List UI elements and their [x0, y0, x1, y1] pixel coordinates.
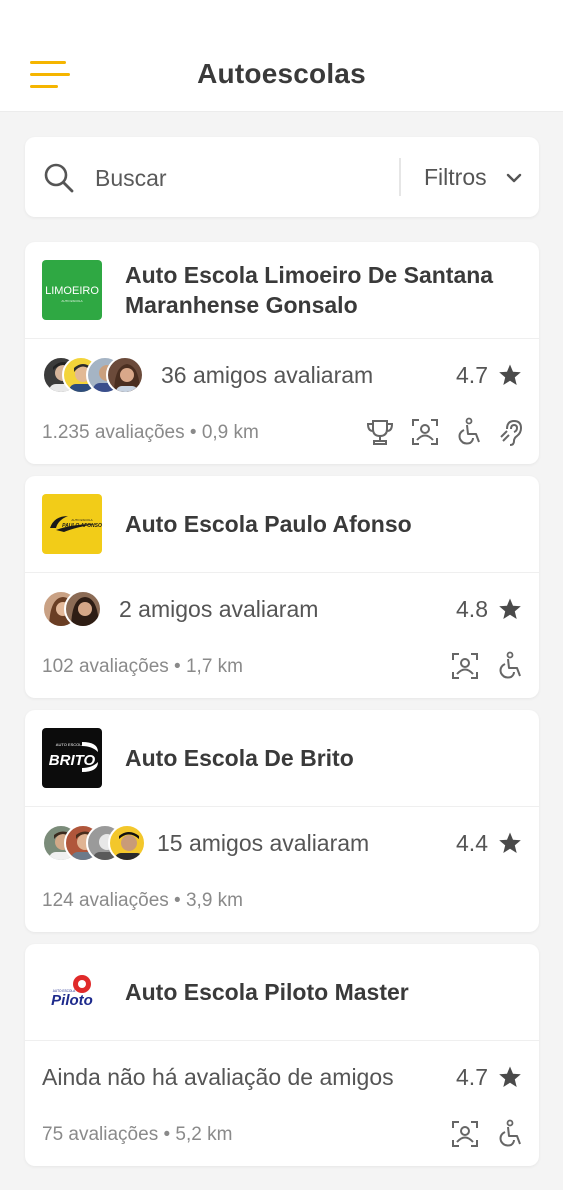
star-icon	[499, 832, 521, 853]
trophy-icon	[366, 420, 394, 445]
card-header: LIMOEIRO AUTO ESCOLA Auto Escola Limoeir…	[25, 242, 539, 338]
friends-row: Ainda não há avaliação de amigos 4.7	[25, 1041, 539, 1113]
school-name: Auto Escola De Brito	[125, 745, 354, 771]
star-icon	[499, 598, 521, 619]
logo-text: Piloto	[51, 992, 93, 1009]
chevron-down-icon	[506, 173, 522, 183]
avatar	[64, 590, 102, 628]
distance: 0,9 km	[201, 422, 259, 443]
face-scan-icon	[412, 419, 438, 445]
school-name: Auto Escola Piloto Master	[125, 979, 409, 1005]
page-title: Autoescolas	[197, 58, 366, 89]
school-logo: AUTO ESCOLA PAULO AFONSO	[42, 494, 102, 554]
wheelchair-icon	[458, 417, 480, 445]
school-logo: LIMOEIRO AUTO ESCOLA	[42, 260, 102, 320]
logo-subtext: AUTO ESCOLA	[56, 742, 85, 747]
card-header: AUTO ESCOLA BRITO Auto Escola De Brito	[25, 710, 539, 806]
review-count: 102 avaliações	[42, 656, 169, 677]
avatar	[106, 356, 144, 394]
rating-value: 4.7	[456, 362, 488, 388]
school-card[interactable]: AUTO ESCOLA Piloto Auto Escola Piloto Ma…	[25, 944, 539, 1166]
search-input[interactable]	[95, 160, 385, 196]
review-count: 1.235 avaliações	[42, 422, 185, 443]
distance: 3,9 km	[185, 890, 244, 911]
school-meta: 1.235 avaliações • 0,9 km	[42, 422, 259, 444]
logo-subtext: AUTO ESCOLA	[61, 299, 82, 303]
rating-value: 4.4	[456, 830, 488, 856]
no-friends-review-text: Ainda não há avaliação de amigos	[42, 1064, 394, 1090]
review-count: 124 avaliações	[42, 890, 169, 911]
wheelchair-icon	[499, 1119, 521, 1147]
search-icon[interactable]	[43, 162, 75, 194]
app-header: Autoescolas	[0, 0, 563, 112]
logo-text: PAULO AFONSO	[62, 523, 102, 529]
distance: 5,2 km	[175, 1124, 233, 1145]
rating-value: 4.8	[456, 596, 488, 622]
card-header: AUTO ESCOLA Piloto Auto Escola Piloto Ma…	[25, 944, 539, 1040]
school-card[interactable]: LIMOEIRO AUTO ESCOLA Auto Escola Limoeir…	[25, 242, 539, 464]
avatar	[108, 824, 146, 862]
friends-review-text: 15 amigos avaliaram	[157, 830, 370, 856]
school-meta: 75 avaliações • 5,2 km	[42, 1124, 232, 1146]
hearing-icon	[500, 419, 523, 446]
separator: •	[174, 890, 181, 911]
search-divider	[399, 158, 401, 196]
filters-label: Filtros	[424, 164, 487, 190]
friends-row: 36 amigos avaliaram 4.7	[25, 339, 539, 411]
school-card[interactable]: AUTO ESCOLA BRITO Auto Escola De Brito 1…	[25, 710, 539, 932]
rating-value: 4.7	[456, 1064, 488, 1090]
star-icon	[499, 364, 521, 385]
separator: •	[174, 656, 181, 677]
logo-subtext: AUTO ESCOLA	[71, 518, 92, 522]
school-card[interactable]: AUTO ESCOLA PAULO AFONSO Auto Escola Pau…	[25, 476, 539, 698]
friends-row: 2 amigos avaliaram 4.8	[25, 573, 539, 645]
school-meta: 102 avaliações • 1,7 km	[42, 656, 243, 678]
logo-text: BRITO	[49, 752, 96, 769]
friends-row: 15 amigos avaliaram 4.4	[25, 807, 539, 879]
face-scan-icon	[452, 1121, 478, 1147]
school-name: Auto Escola Limoeiro De Santana Maranhen…	[125, 262, 494, 318]
review-count: 75 avaliações	[42, 1124, 159, 1145]
filters-button[interactable]: Filtros	[414, 158, 530, 196]
school-meta: 124 avaliações • 3,9 km	[42, 890, 243, 912]
wheelchair-icon	[499, 651, 521, 679]
friends-review-text: 2 amigos avaliaram	[119, 596, 319, 622]
school-name: Auto Escola Paulo Afonso	[125, 511, 412, 537]
school-logo: AUTO ESCOLA BRITO	[42, 728, 102, 788]
card-header: AUTO ESCOLA PAULO AFONSO Auto Escola Pau…	[25, 476, 539, 572]
school-logo: AUTO ESCOLA Piloto	[42, 962, 102, 1022]
distance: 1,7 km	[185, 656, 244, 677]
logo-text: LIMOEIRO	[45, 285, 99, 297]
star-icon	[499, 1066, 521, 1087]
separator: •	[189, 422, 197, 443]
friends-review-text: 36 amigos avaliaram	[161, 362, 374, 388]
separator: •	[163, 1124, 171, 1145]
face-scan-icon	[452, 653, 478, 679]
